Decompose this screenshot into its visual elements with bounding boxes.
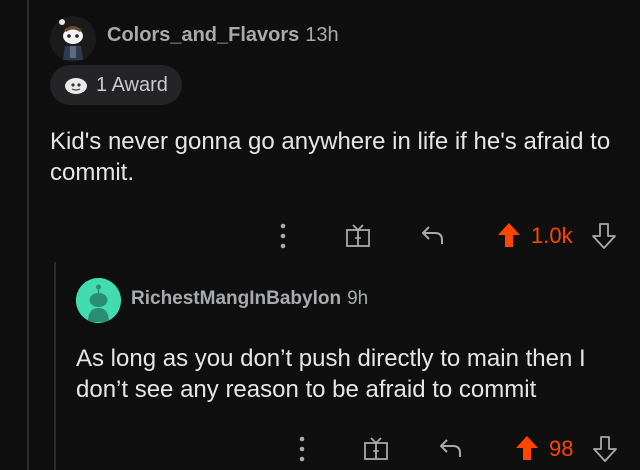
- give-award-icon[interactable]: [345, 222, 371, 248]
- award-icon: [65, 78, 87, 94]
- reply-icon[interactable]: [438, 437, 464, 459]
- avatar[interactable]: [76, 278, 121, 323]
- award-count: 1 Award: [96, 73, 168, 96]
- upvote-arrow-icon[interactable]: [497, 222, 521, 248]
- more-vertical-icon[interactable]: [279, 221, 287, 251]
- reply-icon[interactable]: [420, 224, 446, 246]
- comment-timestamp: 9h: [347, 288, 369, 309]
- snoo-avatar-icon: [76, 278, 121, 323]
- comment-author[interactable]: RichestMangInBabylon 9h: [131, 288, 368, 310]
- downvote-arrow-icon[interactable]: [593, 436, 617, 462]
- vote-score: 1.0k: [531, 223, 573, 248]
- upvote-arrow-icon[interactable]: [515, 435, 539, 461]
- give-award-icon[interactable]: [363, 435, 389, 461]
- more-vertical-icon[interactable]: [298, 434, 306, 464]
- comment-author[interactable]: Colors_and_Flavors 13h: [107, 24, 339, 47]
- username-text[interactable]: Colors_and_Flavors: [107, 24, 299, 46]
- downvote-arrow-icon[interactable]: [592, 223, 616, 249]
- award-badge[interactable]: 1 Award: [50, 65, 182, 105]
- username-text[interactable]: RichestMangInBabylon: [131, 288, 341, 309]
- comment-actions: 1.0k: [0, 215, 640, 255]
- comment-thread: Colors_and_Flavors 13h 1 Award Kid's neve…: [0, 0, 640, 470]
- comment-actions: 98: [0, 428, 640, 468]
- comment-timestamp: 13h: [305, 24, 339, 46]
- comment-body: As long as you don’t push directly to ma…: [76, 345, 586, 403]
- vote-score: 98: [549, 436, 574, 461]
- comment-body: Kid's never gonna go anywhere in life if…: [50, 128, 611, 186]
- avatar[interactable]: [50, 16, 96, 62]
- snoo-avatar-icon: [50, 16, 96, 62]
